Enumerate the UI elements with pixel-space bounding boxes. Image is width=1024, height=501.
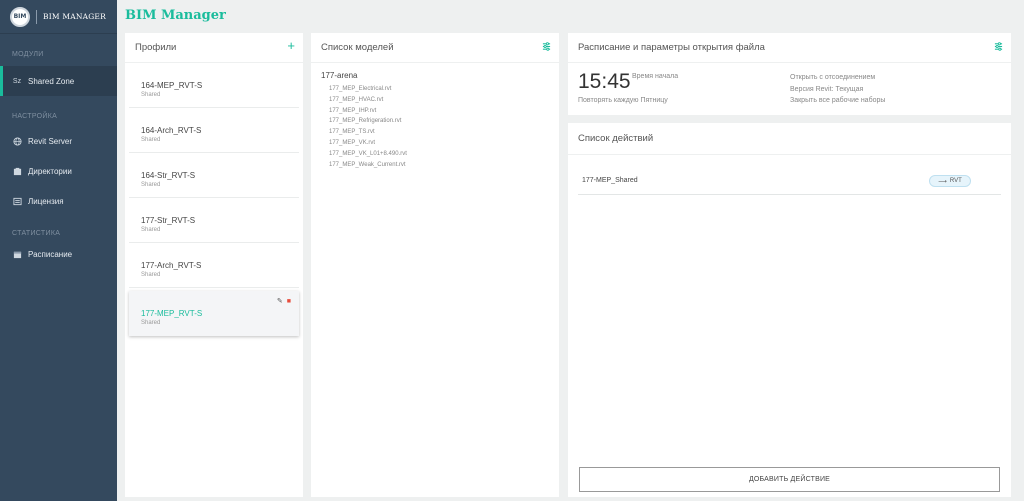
actions-panel: Список действий 177-MEP_Shared ⟶ RVT ДОБ… (568, 123, 1011, 497)
logo-text: BIM (13, 13, 27, 20)
profiles-title: Профили (135, 42, 177, 53)
model-file[interactable]: 177_MEP_VK_L01+8.490.rvt (321, 149, 549, 160)
models-title: Список моделей (321, 42, 394, 53)
folder-icon (12, 166, 22, 176)
model-file[interactable]: 177_MEP_HVAC.rvt (321, 95, 549, 106)
license-icon (12, 196, 22, 206)
close-worksets-option: Закрыть все рабочие наборы (790, 97, 886, 104)
profile-type: Shared (141, 137, 161, 143)
model-file[interactable]: 177_MEP_IHP.rvt (321, 106, 549, 117)
models-header: Список моделей (311, 33, 559, 63)
sidebar-item-label: Директории (28, 166, 72, 176)
profile-name: 177-Str_RVT-S (141, 216, 196, 225)
model-file[interactable]: 177_MEP_Electrical.rvt (321, 84, 549, 95)
model-file[interactable]: 177_MEP_Refrigeration.rvt (321, 116, 549, 127)
arrow-right-icon: ⟶ (938, 178, 947, 185)
model-file[interactable]: 177_MEP_Weak_Current.rvt (321, 160, 549, 171)
model-file[interactable]: 177_MEP_TS.rvt (321, 127, 549, 138)
rvt-badge[interactable]: ⟶ RVT (929, 175, 971, 187)
sz-icon: Sz (12, 77, 22, 85)
open-options: Открыть с отсоединением Версия Revit: Те… (790, 72, 885, 107)
profile-item[interactable]: 164-MEP_RVT-S Shared (129, 63, 299, 108)
profile-type: Shared (141, 92, 161, 98)
actions-header: Список действий (568, 123, 1011, 155)
logo-icon: BIM (10, 6, 30, 27)
profile-name: 164-Arch_RVT-S (141, 126, 202, 135)
delete-icon[interactable]: ■ (287, 298, 291, 305)
schedule-panel: Расписание и параметры открытия файла 15… (568, 33, 1011, 115)
profile-item-active[interactable]: ✎ ■ 177-MEP_RVT-S Shared (129, 291, 299, 336)
model-file[interactable]: 177_MEP_VK.rvt (321, 138, 549, 149)
sidebar-item-directories[interactable]: Директории (0, 156, 117, 186)
sidebar-item-revit-server[interactable]: Revit Server (0, 126, 117, 156)
profile-type: Shared (141, 182, 161, 188)
globe-icon (12, 136, 22, 146)
rvt-badge-label: RVT (949, 178, 962, 184)
profiles-panel: Профили + 164-MEP_RVT-S Shared 164-Arch_… (125, 33, 303, 497)
add-action-button[interactable]: ДОБАВИТЬ ДЕЙСТВИЕ (579, 467, 1000, 492)
sidebar-item-shared-zone[interactable]: Sz Shared Zone (0, 66, 117, 96)
profile-actions: ✎ ■ (277, 297, 291, 305)
action-name: 177-MEP_Shared (582, 177, 638, 184)
action-row[interactable]: 177-MEP_Shared ⟶ RVT (578, 167, 1001, 195)
sidebar-item-schedule[interactable]: Расписание (0, 239, 117, 269)
models-panel: Список моделей 177-arena 177_MEP_Electri… (311, 33, 559, 497)
profile-name: 177-Arch_RVT-S (141, 261, 202, 270)
start-time: 15:45 (578, 70, 631, 93)
filter-icon[interactable] (542, 42, 551, 54)
profile-name: 164-Str_RVT-S (141, 171, 196, 180)
sidebar: BIM BIM MANAGER МОДУЛИ Sz Shared Zone НА… (0, 0, 117, 501)
profile-item[interactable]: 177-Str_RVT-S Shared (129, 198, 299, 243)
section-label-settings: НАСТРОЙКА (12, 113, 58, 120)
detach-option: Открыть с отсоединением (790, 74, 876, 81)
edit-icon[interactable]: ✎ (277, 298, 283, 305)
model-group-name[interactable]: 177-arena (321, 71, 549, 80)
profiles-header: Профили + (125, 33, 303, 63)
profile-name: 164-MEP_RVT-S (141, 81, 203, 90)
actions-title: Список действий (578, 133, 654, 144)
brand-name: BIM MANAGER (43, 12, 106, 21)
profile-type: Shared (141, 320, 161, 326)
schedule-header: Расписание и параметры открытия файла (568, 33, 1011, 63)
start-time-label: Время начала (632, 73, 679, 80)
settings-filter-icon[interactable] (994, 42, 1003, 54)
page-title: BIM Manager (125, 8, 226, 23)
sidebar-item-label: Revit Server (28, 136, 73, 146)
section-label-modules: МОДУЛИ (12, 51, 44, 58)
model-group: 177-arena 177_MEP_Electrical.rvt 177_MEP… (311, 63, 559, 178)
profile-item[interactable]: 164-Arch_RVT-S Shared (129, 108, 299, 153)
profile-type: Shared (141, 272, 161, 278)
profile-item[interactable]: 177-Arch_RVT-S Shared (129, 243, 299, 288)
profile-list: 164-MEP_RVT-S Shared 164-Arch_RVT-S Shar… (125, 63, 303, 336)
sidebar-item-label: Лицензия (28, 196, 64, 206)
plus-icon[interactable]: + (287, 39, 295, 52)
brand-divider (36, 9, 37, 24)
sidebar-item-label: Расписание (28, 249, 73, 259)
revit-version: Версия Revit: Текущая (790, 85, 864, 93)
schedule-body: 15:45 Время начала Повторять каждую Пятн… (568, 63, 1011, 115)
profile-item[interactable]: 164-Str_RVT-S Shared (129, 153, 299, 198)
brand: BIM BIM MANAGER (0, 0, 117, 34)
profile-type: Shared (141, 227, 161, 233)
profile-name: 177-MEP_RVT-S (141, 309, 203, 318)
repeat-text: Повторять каждую Пятницу (578, 97, 668, 104)
schedule-title: Расписание и параметры открытия файла (578, 42, 765, 53)
section-label-statistics: СТАТИСТИКА (12, 230, 61, 237)
sidebar-item-license[interactable]: Лицензия (0, 186, 117, 216)
schedule-icon (12, 249, 22, 259)
sidebar-item-label: Shared Zone (28, 76, 75, 86)
